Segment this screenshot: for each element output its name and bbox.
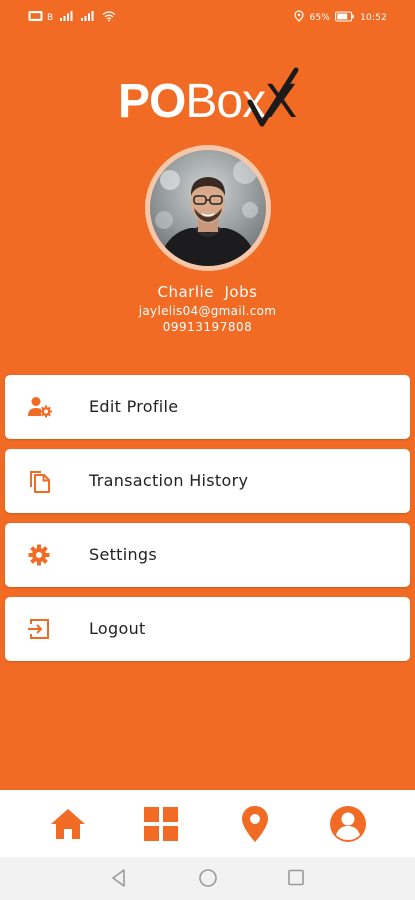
profile-name: Charlie Jobs <box>157 283 258 301</box>
app-logo: POBoxX <box>118 66 299 130</box>
profile-screen: B 65% 10:52 POBoxX Charlie Jobs jaylelis… <box>0 0 415 900</box>
nav-location[interactable] <box>233 804 277 844</box>
clock: 10:52 <box>360 12 387 23</box>
menu-item-label: Logout <box>89 619 146 638</box>
grid-icon <box>144 807 178 841</box>
system-nav-bar <box>0 857 415 900</box>
avatar[interactable] <box>145 145 271 271</box>
nav-profile[interactable] <box>326 804 370 844</box>
menu-item-edit-profile[interactable]: Edit Profile <box>5 375 410 439</box>
signal-icon <box>81 10 95 25</box>
menu-item-label: Edit Profile <box>89 397 179 416</box>
logo-check-icon <box>247 67 299 127</box>
status-right: 65% 10:52 <box>294 10 387 25</box>
menu-item-label: Transaction History <box>89 471 249 490</box>
battery-icon <box>335 10 355 25</box>
bottom-nav <box>0 790 415 857</box>
profile-phone: 09913197808 <box>162 320 253 334</box>
location-icon <box>294 10 305 25</box>
logout-icon <box>28 619 49 639</box>
copy-documents-icon <box>30 471 50 493</box>
battery-percent: 65% <box>309 12 331 23</box>
wifi-icon <box>102 10 116 25</box>
avatar-photo <box>150 150 266 266</box>
status-left: B <box>28 10 116 25</box>
nav-grid[interactable] <box>139 804 183 844</box>
sim-label: B <box>47 12 54 23</box>
menu-item-settings[interactable]: Settings <box>5 523 410 587</box>
edit-profile-icon <box>28 397 52 418</box>
profile-email: jaylelis04@gmail.com <box>138 304 277 318</box>
gear-icon <box>28 544 50 566</box>
home-icon <box>51 809 85 839</box>
signal-icon <box>60 10 74 25</box>
menu-item-label: Settings <box>89 545 158 564</box>
profile-icon <box>330 806 366 842</box>
recents-icon[interactable] <box>284 867 308 889</box>
back-icon[interactable] <box>107 867 131 889</box>
location-pin-icon <box>242 806 268 842</box>
menu-item-transaction-history[interactable]: Transaction History <box>5 449 410 513</box>
home-circle-icon[interactable] <box>196 867 220 889</box>
logo-text-bold: PO <box>118 75 186 128</box>
status-bar: B 65% 10:52 <box>0 0 415 34</box>
menu-item-logout[interactable]: Logout <box>5 597 410 661</box>
nav-home[interactable] <box>46 804 90 844</box>
